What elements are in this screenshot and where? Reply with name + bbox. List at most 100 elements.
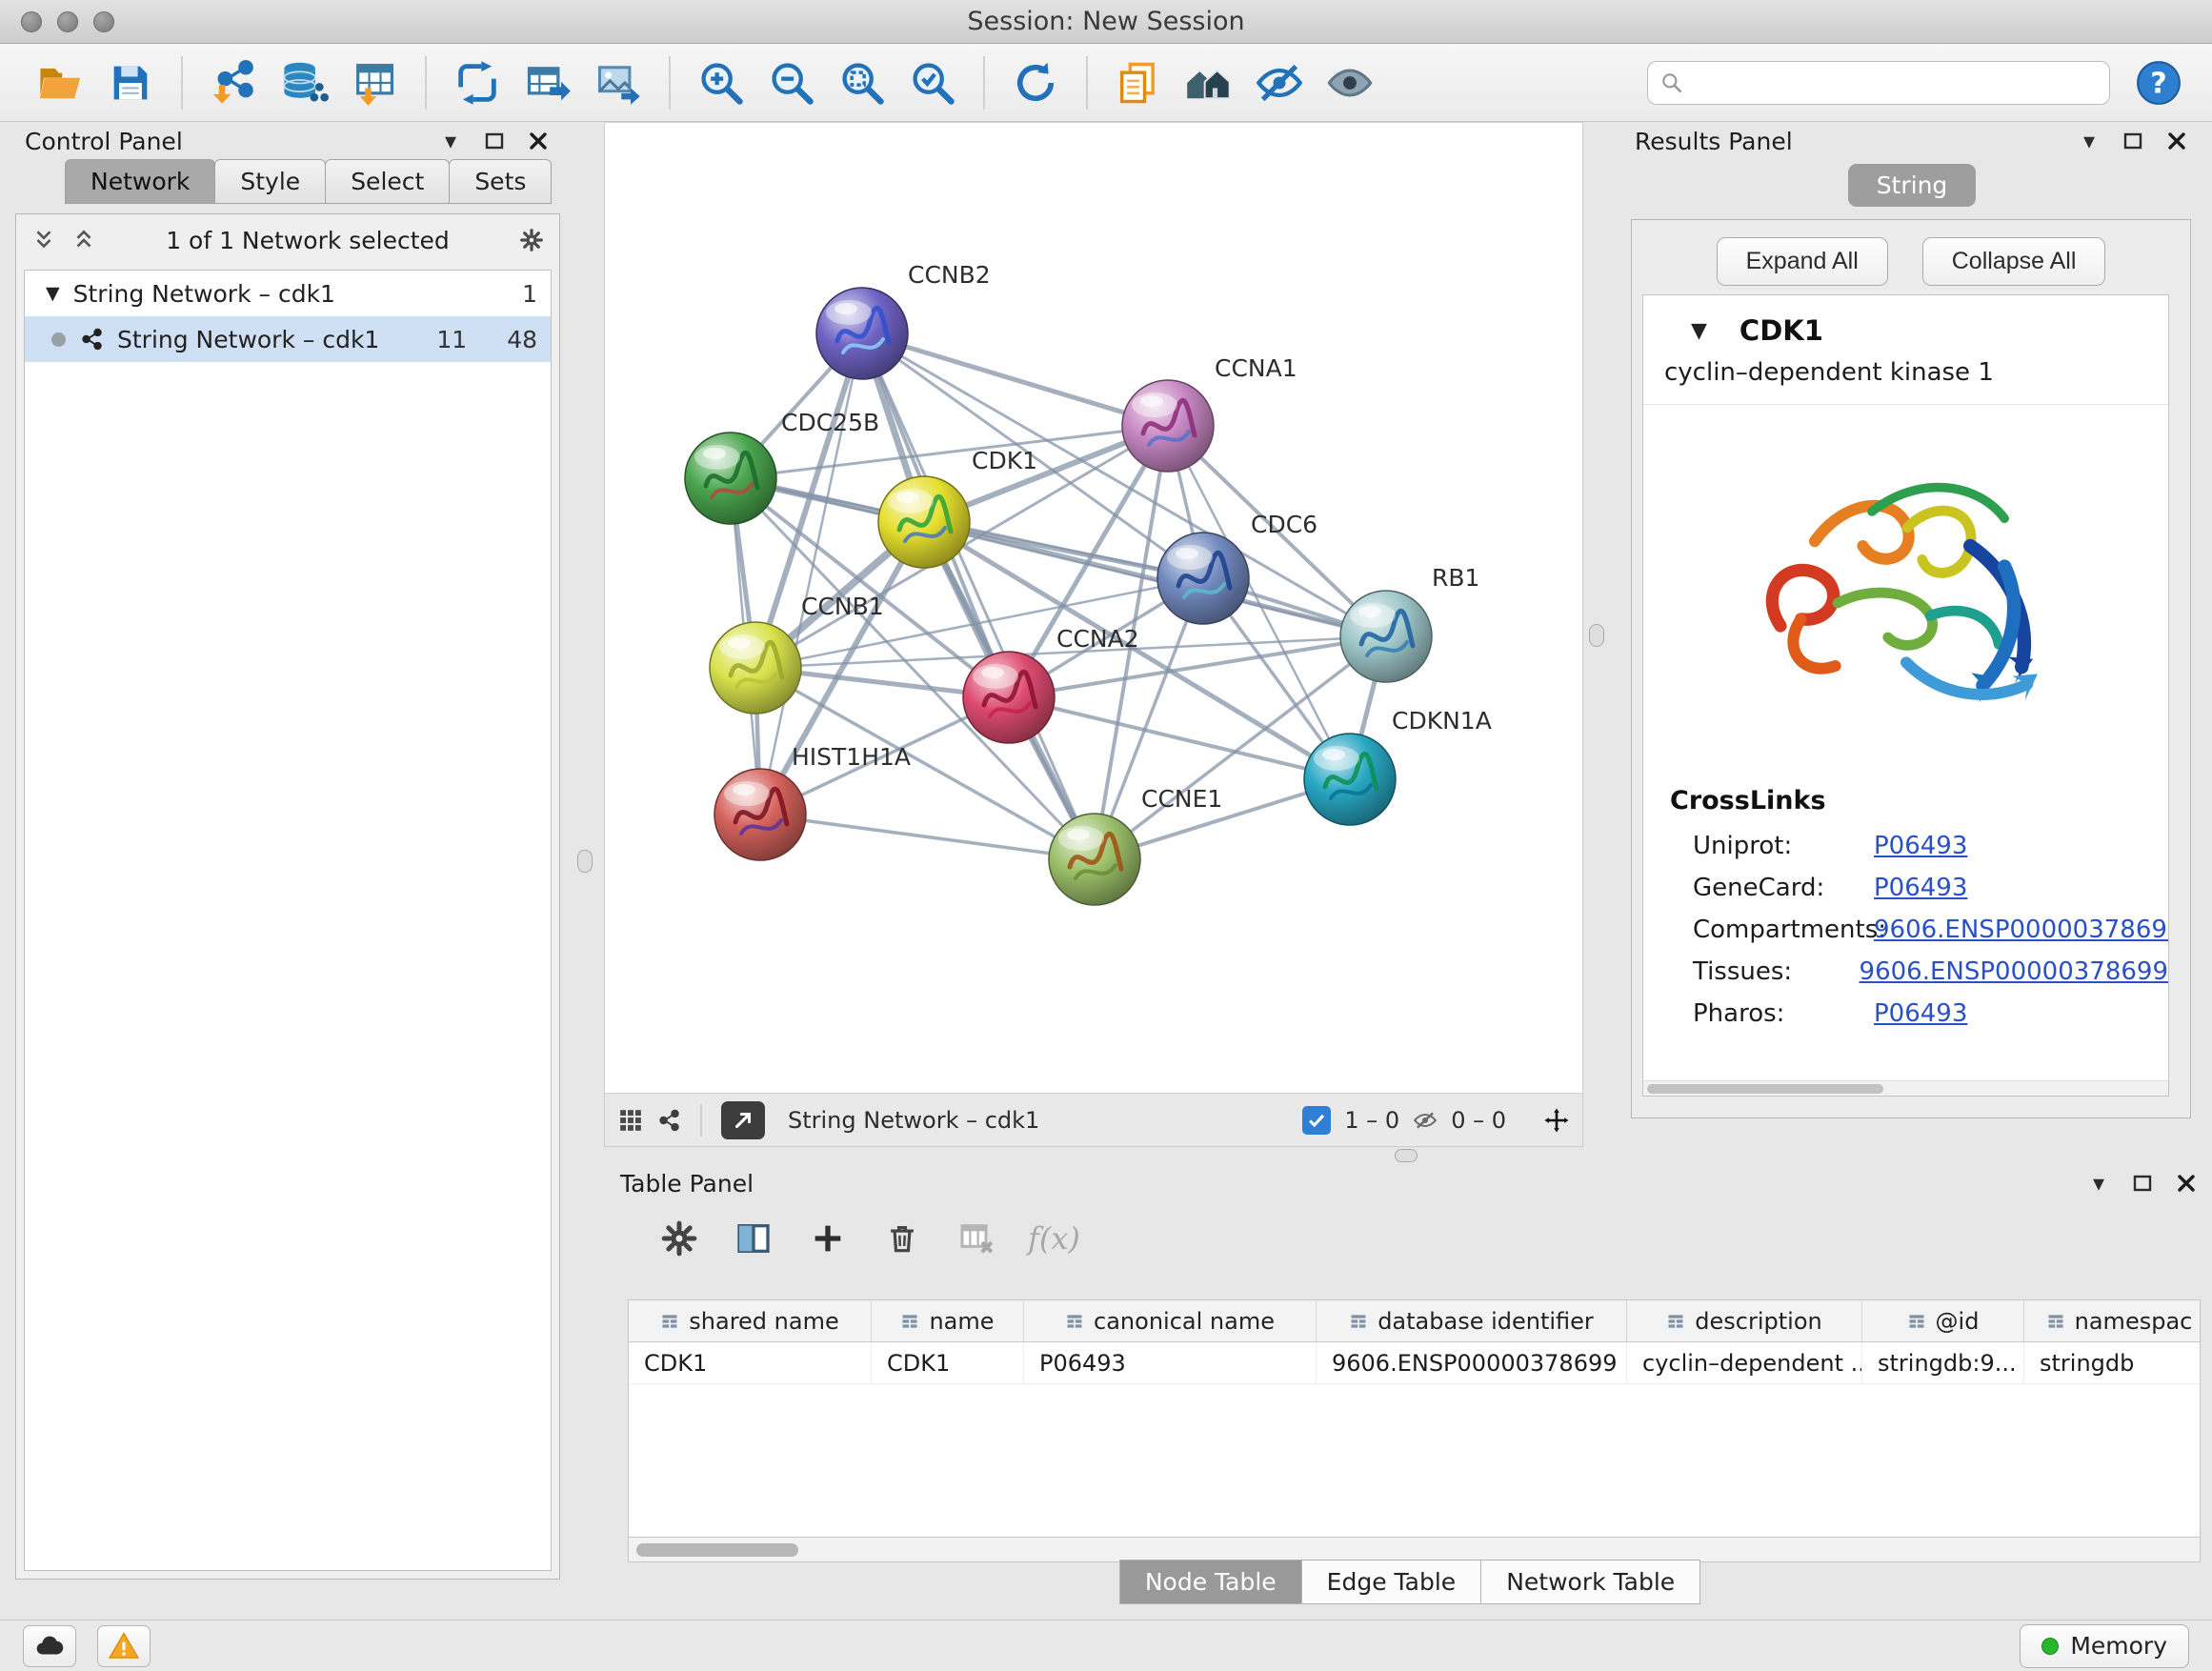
table-settings-gear-icon[interactable]: [656, 1216, 702, 1261]
collapse-all-button[interactable]: Collapse All: [1922, 237, 2106, 286]
expand-all-button[interactable]: Expand All: [1717, 237, 1888, 286]
show-columns-icon[interactable]: [731, 1216, 776, 1261]
memory-button[interactable]: Memory: [2020, 1624, 2189, 1668]
table-panel-menu-icon[interactable]: ▾: [2086, 1171, 2111, 1196]
show-graphics-details-button[interactable]: [1319, 52, 1380, 113]
open-session-button[interactable]: [30, 52, 90, 113]
scrollbar-thumb[interactable]: [636, 1543, 798, 1557]
network-node-cdkn1a[interactable]: [1304, 734, 1396, 825]
save-session-button[interactable]: [100, 52, 161, 113]
crosslink-uniprot-link[interactable]: P06493: [1874, 832, 1967, 860]
hide-graphics-details-button[interactable]: [1249, 52, 1310, 113]
network-tools-button[interactable]: [447, 52, 508, 113]
export-image-button[interactable]: [588, 52, 649, 113]
export-network-button[interactable]: [517, 52, 578, 113]
control-panel-menu-icon[interactable]: ▾: [438, 129, 463, 153]
table-cell[interactable]: stringdb:9...: [1862, 1342, 2024, 1383]
gene-collapse-arrow-icon[interactable]: ▼: [1691, 319, 1707, 343]
table-cell[interactable]: CDK1: [872, 1342, 1024, 1383]
function-builder-icon[interactable]: f(x): [1028, 1220, 1080, 1257]
card-scrollbar[interactable]: [1643, 1080, 2168, 1096]
annotation-mode-button[interactable]: [721, 1101, 765, 1139]
right-splitter-handle[interactable]: [1589, 624, 1604, 647]
zoom-fit-button[interactable]: [832, 52, 893, 113]
birds-eye-grid-icon[interactable]: [618, 1108, 643, 1133]
network-canvas[interactable]: CCNB2CCNA1CDC25BCDK1CDC6RB1CCNB1CCNA2CDK…: [604, 122, 1583, 1094]
network-node-rb1[interactable]: [1340, 591, 1432, 682]
crosslink-tissues-link[interactable]: 9606.ENSP00000378699: [1860, 957, 2168, 986]
delete-table-icon-disabled[interactable]: [954, 1216, 999, 1261]
column-header-database-identifier[interactable]: database identifier: [1317, 1300, 1627, 1341]
table-panel-float-icon[interactable]: [2130, 1171, 2155, 1196]
column-header-id[interactable]: @id: [1862, 1300, 2024, 1341]
warnings-button[interactable]: [97, 1625, 151, 1667]
control-panel-float-icon[interactable]: [482, 129, 507, 153]
hidden-eye-slash-icon[interactable]: [1413, 1108, 1438, 1133]
network-node-hist1h1a[interactable]: [714, 769, 806, 860]
control-panel-close-icon[interactable]: [526, 129, 551, 153]
search-input[interactable]: [1694, 70, 2098, 96]
window-close-button[interactable]: [21, 11, 42, 32]
tab-node-table[interactable]: Node Table: [1119, 1560, 1302, 1604]
network-tree-item[interactable]: String Network – cdk11148: [25, 316, 551, 362]
import-network-file-button[interactable]: [203, 52, 264, 113]
column-header-name[interactable]: name: [872, 1300, 1024, 1341]
crosslink-pharos-link[interactable]: P06493: [1874, 999, 1967, 1028]
column-header-namespac[interactable]: namespac: [2024, 1300, 2201, 1341]
help-button[interactable]: ?: [2135, 59, 2182, 107]
column-header-shared-name[interactable]: shared name: [629, 1300, 872, 1341]
crosslink-genecard-link[interactable]: P06493: [1874, 874, 1967, 902]
table-row[interactable]: CDK1CDK1P064939606.ENSP00000378699cyclin…: [629, 1342, 2200, 1384]
network-node-ccna2[interactable]: [963, 652, 1055, 743]
window-maximize-button[interactable]: [93, 11, 114, 32]
pan-crosshair-icon[interactable]: [1544, 1108, 1569, 1133]
network-tree-item[interactable]: ▼String Network – cdk11: [25, 271, 551, 316]
network-node-cdk1[interactable]: [878, 476, 970, 568]
network-node-ccnb2[interactable]: [816, 288, 908, 379]
network-edge[interactable]: [760, 815, 1095, 859]
network-node-cdc6[interactable]: [1157, 533, 1249, 624]
zoom-out-button[interactable]: [761, 52, 822, 113]
tab-style[interactable]: Style: [214, 159, 326, 204]
tab-network-table[interactable]: Network Table: [1480, 1560, 1700, 1604]
column-header-canonical-name[interactable]: canonical name: [1024, 1300, 1317, 1341]
tab-edge-table[interactable]: Edge Table: [1301, 1560, 1482, 1604]
collapse-all-networks-icon[interactable]: [31, 228, 56, 252]
left-splitter-handle[interactable]: [577, 850, 593, 873]
zoom-selected-button[interactable]: [902, 52, 963, 113]
table-cell[interactable]: cyclin–dependent ...: [1627, 1342, 1862, 1383]
network-options-gear-icon[interactable]: [519, 228, 544, 252]
crosslink-compartments-link[interactable]: 9606.ENSP00000378699: [1874, 916, 2169, 944]
results-panel-float-icon[interactable]: [2121, 129, 2145, 153]
network-home-button[interactable]: [1178, 52, 1239, 113]
results-panel-menu-icon[interactable]: ▾: [2077, 129, 2101, 153]
cloud-button[interactable]: [23, 1625, 76, 1667]
tab-string[interactable]: String: [1848, 164, 1977, 207]
selected-nodes-checkbox[interactable]: [1302, 1106, 1331, 1135]
tab-sets[interactable]: Sets: [449, 159, 552, 204]
import-network-database-button[interactable]: [273, 52, 334, 113]
network-share-icon[interactable]: [656, 1108, 681, 1133]
network-node-ccnb1[interactable]: [710, 622, 801, 714]
table-cell[interactable]: CDK1: [629, 1342, 872, 1383]
add-column-icon[interactable]: [805, 1216, 851, 1261]
delete-column-icon[interactable]: [879, 1216, 925, 1261]
window-minimize-button[interactable]: [57, 11, 78, 32]
results-panel-close-icon[interactable]: [2164, 129, 2189, 153]
zoom-in-button[interactable]: [691, 52, 752, 113]
tab-select[interactable]: Select: [325, 159, 450, 204]
import-table-button[interactable]: [344, 52, 405, 113]
table-cell[interactable]: P06493: [1024, 1342, 1317, 1383]
network-edge[interactable]: [862, 333, 1095, 859]
table-cell[interactable]: stringdb: [2024, 1342, 2201, 1383]
apply-layout-button[interactable]: [1005, 52, 1066, 113]
network-node-ccne1[interactable]: [1049, 814, 1140, 905]
tab-network[interactable]: Network: [65, 159, 215, 204]
column-header-description[interactable]: description: [1627, 1300, 1862, 1341]
network-edge[interactable]: [862, 333, 1168, 426]
network-node-cdc25b[interactable]: [685, 433, 776, 524]
expand-all-networks-icon[interactable]: [71, 228, 96, 252]
network-node-ccna1[interactable]: [1122, 380, 1214, 472]
table-cell[interactable]: 9606.ENSP00000378699: [1317, 1342, 1627, 1383]
tree-expand-arrow-icon[interactable]: ▼: [38, 283, 60, 304]
